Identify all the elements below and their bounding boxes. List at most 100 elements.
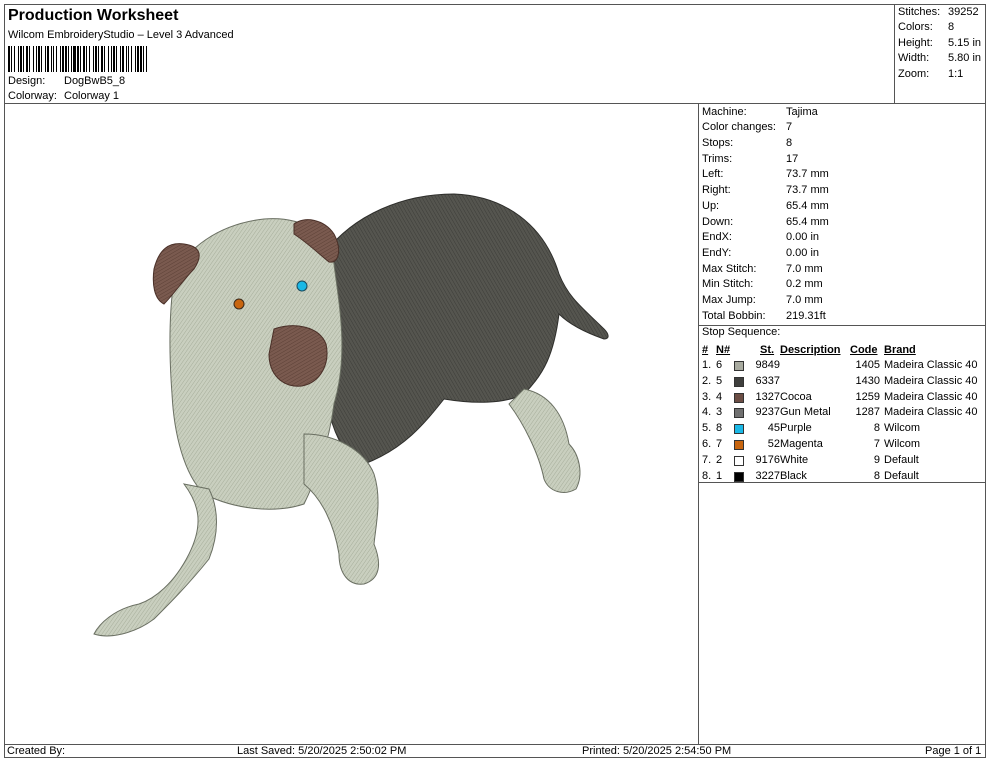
col-header-brand: Brand: [884, 344, 916, 356]
thread-description: Black: [780, 469, 807, 482]
table-row: 1. 6 9849 1405 Madeira Classic 40: [699, 359, 986, 374]
info-max-jump: Max Jump: 7.0 mm: [702, 294, 823, 309]
info-value: 0.00 in: [786, 247, 820, 259]
thread-code: 8: [873, 469, 880, 482]
needle-number: 3: [716, 406, 723, 419]
info-value: 65.4 mm: [786, 200, 829, 212]
design-stats: Stitches: 39252 Colors: 8 Height: 5.15 in W…: [895, 4, 986, 104]
stat-height: Height: 5.15 in: [898, 37, 981, 52]
software-subtitle: Wilcom EmbroideryStudio – Level 3 Advanc…: [8, 29, 234, 41]
stat-label: Width:: [898, 52, 930, 64]
colorway-label: Colorway:: [8, 90, 57, 102]
info-color-changes: Color changes: 7: [702, 121, 792, 136]
stitch-count: 6337: [755, 374, 780, 387]
stop-number: 3.: [702, 390, 712, 403]
info-endy: EndY: 0.00 in: [702, 247, 819, 262]
barcode: [8, 46, 147, 72]
colorway-value: Colorway 1: [64, 90, 120, 102]
info-endx: EndX: 0.00 in: [702, 231, 819, 246]
info-value: 219.31ft: [786, 310, 826, 322]
needle-number: 8: [716, 422, 723, 435]
color-swatch: [734, 408, 744, 419]
stat-label: Colors:: [898, 21, 933, 33]
stat-value: 1:1: [948, 68, 964, 80]
thread-brand: Wilcom: [884, 438, 921, 450]
needle-number: 1: [716, 469, 723, 482]
divider: [699, 482, 986, 483]
stitch-count: 9176: [755, 453, 780, 466]
info-machine: Machine: Tajima: [702, 106, 818, 121]
worksheet-header: Production Worksheet Wilcom EmbroiderySt…: [4, 4, 895, 104]
color-swatch: [734, 392, 744, 403]
design-row: Design: DogBwB5_8: [8, 75, 125, 87]
stat-value: 8: [948, 21, 955, 33]
thread-brand: Madeira Classic 40: [884, 390, 978, 403]
table-row: 4. 3 9237 Gun Metal 1287 Madeira Classic 40: [699, 406, 986, 421]
stat-colors: Colors: 8: [898, 21, 954, 36]
info-label: Trims:: [702, 153, 733, 165]
info-trims: Trims: 17: [702, 153, 798, 168]
info-stops: Stops: 8: [702, 137, 792, 152]
info-value: 8: [786, 137, 793, 149]
last-saved: Last Saved: 5/20/2025 2:50:02 PM: [237, 745, 407, 757]
info-label: EndY:: [702, 247, 732, 259]
info-up: Up: 65.4 mm: [702, 200, 829, 215]
thread-brand: Madeira Classic 40: [884, 406, 978, 419]
stitch-count: 3227: [755, 469, 780, 482]
needle-number: 7: [716, 438, 723, 450]
stat-label: Stitches:: [898, 6, 941, 18]
design-label: Design:: [8, 75, 46, 87]
col-header-needle: N#: [716, 344, 731, 356]
needle-number: 6: [716, 359, 723, 371]
printed-date: Printed: 5/20/2025 2:54:50 PM: [582, 745, 732, 757]
info-label: Max Stitch:: [702, 263, 757, 275]
info-right: Right: 73.7 mm: [702, 184, 829, 199]
thread-code: 9: [873, 453, 880, 466]
thread-description: Purple: [780, 422, 812, 435]
thread-code: 1259: [855, 390, 880, 403]
info-label: Max Jump:: [702, 294, 756, 306]
color-swatch: [734, 424, 744, 435]
needle-number: 4: [716, 390, 723, 403]
thread-brand: Default: [884, 469, 919, 482]
needle-number: 2: [716, 453, 723, 466]
info-value: 73.7 mm: [786, 184, 829, 196]
stat-zoom: Zoom: 1:1: [898, 68, 963, 83]
info-value: 7: [786, 121, 793, 133]
info-down: Down: 65.4 mm: [702, 216, 829, 231]
table-row: 7. 2 9176 White 9 Default: [699, 454, 986, 469]
col-header-code: Code: [850, 344, 878, 356]
info-label: Left:: [702, 168, 724, 180]
info-value: 17: [786, 153, 799, 165]
thread-code: 1287: [855, 406, 880, 419]
needle-number: 5: [716, 374, 723, 387]
stop-sequence-title: Stop Sequence:: [702, 326, 781, 338]
stat-label: Zoom:: [898, 68, 930, 80]
info-value: Tajima: [786, 106, 818, 118]
stop-number: 1.: [702, 359, 712, 371]
info-value: 0.2 mm: [786, 278, 823, 290]
info-left: Left: 73.7 mm: [702, 168, 829, 183]
info-value: 65.4 mm: [786, 216, 829, 228]
info-label: Color changes:: [702, 121, 776, 133]
info-label: Min Stitch:: [702, 278, 754, 290]
thread-brand: Madeira Classic 40: [884, 374, 978, 387]
col-header-description: Description: [780, 344, 841, 356]
table-row: 6. 7 52 Magenta 7 Wilcom: [699, 438, 986, 453]
info-label: EndX:: [702, 231, 732, 243]
info-label: Machine:: [702, 106, 747, 118]
table-row: 5. 8 45 Purple 8 Wilcom: [699, 422, 986, 437]
design-value: DogBwB5_8: [64, 75, 126, 87]
thread-code: 1405: [855, 359, 880, 371]
thread-brand: Wilcom: [884, 422, 921, 435]
stitch-count: 9237: [755, 406, 780, 419]
page-title: Production Worksheet: [8, 7, 179, 24]
stop-number: 2.: [702, 374, 712, 387]
created-by: Created By:: [7, 745, 66, 757]
thread-code: 8: [873, 422, 880, 435]
info-label: Total Bobbin:: [702, 310, 766, 322]
stat-width: Width: 5.80 in: [898, 52, 981, 67]
color-swatch: [734, 471, 744, 482]
stat-label: Height:: [898, 37, 933, 49]
table-row: 2. 5 6337 1430 Madeira Classic 40: [699, 375, 986, 390]
